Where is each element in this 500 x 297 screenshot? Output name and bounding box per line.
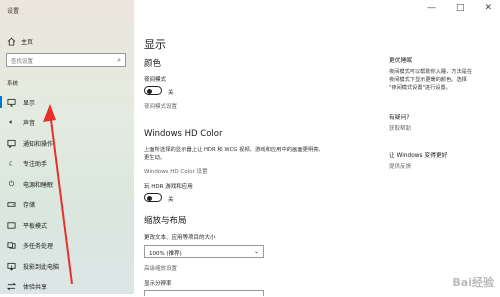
sidebar-item-label: 声音 [23,118,35,127]
get-help-link[interactable]: 获取帮助 [389,124,494,132]
tablet-icon [7,221,16,230]
scale-value: 100% (推荐) [149,249,182,257]
hdr-settings-link[interactable]: Windows HD Color 设置 [144,167,208,175]
hdr-description-line-1: 上面所选择的显示器上让 HDR 和 WCG 视频、游戏和应用中的画面更明亮、 [144,146,344,154]
home-icon [7,37,16,46]
hdr-heading: Windows HD Color [144,129,222,139]
sidebar-item-storage[interactable]: 存储 [0,195,134,216]
page-title: 显示 [144,36,166,52]
help-section: 有疑问? 获取帮助 [389,112,494,132]
share-icon [7,282,16,291]
sidebar-item-label: 存储 [23,200,35,209]
hdr-description-line-2: 更生动。 [144,154,344,162]
sidebar-nav: 显示 🔈︎ 声音 通知和操作 ☾ 专注助手 ⏻︎ 电源和睡眠 存储 平板模式 多… [0,92,134,297]
color-heading: 颜色 [144,57,161,69]
sidebar-item-label: 显示 [23,98,35,107]
watermark: Bai经验 [452,274,494,290]
sidebar-item-label: 平板模式 [23,221,47,230]
improve-section: 让 Windows 变得更好 提供反馈 [389,150,494,170]
sleep-desc-line-3: "夜间模式设置"进行设置。 [389,84,494,92]
storage-icon [7,200,16,209]
sleep-title: 更优睡眠 [389,55,494,64]
monitor-icon [7,98,16,107]
night-light-state: 关 [168,88,174,96]
sidebar-item-label: 投影到此电脑 [23,262,59,271]
advanced-scaling-link[interactable]: 高级缩放设置 [144,264,177,272]
sleep-description: 夜间模式可以帮助你入睡，方法是在 夜间模式下显示更暖的颜色。选择 "夜间模式设置… [389,68,494,92]
scale-layout-heading: 缩放与布局 [144,214,187,226]
sidebar-item-label: 专注助手 [23,159,47,168]
moon-icon: ☾ [7,159,16,168]
multitask-icon [7,241,16,250]
scale-dropdown[interactable]: 100% (推荐) ⌄ [144,245,264,258]
sidebar-item-label: 体验共享 [23,282,47,291]
sleep-desc-line-1: 夜间模式可以帮助你入睡，方法是在 [389,68,494,76]
sidebar-item-power[interactable]: ⏻︎ 电源和睡眠 [0,174,134,195]
search-input[interactable]: 查找设置 ⌕ [6,53,126,67]
scale-label: 更改文本、应用等项目的大小 [144,233,216,241]
sleep-info: 更优睡眠 夜间模式可以帮助你入睡，方法是在 夜间模式下显示更暖的颜色。选择 "夜… [389,55,494,92]
search-placeholder: 查找设置 [11,57,33,65]
sidebar-home[interactable]: 主页 [7,37,33,46]
hdr-toggle[interactable] [144,193,162,202]
power-icon: ⏻︎ [7,180,16,189]
sidebar-item-display[interactable]: 显示 [0,92,134,113]
sidebar-item-label: 电源和睡眠 [23,180,53,189]
night-light-settings-link[interactable]: 夜间模式设置 [144,102,177,110]
speaker-icon: 🔈︎ [7,118,16,127]
hdr-state: 关 [168,195,174,203]
sidebar-item-label: 通知和操作 [23,139,53,148]
sidebar-item-label: 多任务处理 [23,241,53,250]
project-icon [7,262,16,271]
feedback-link[interactable]: 提供反馈 [389,162,494,170]
improve-title: 让 Windows 变得更好 [389,150,494,159]
chevron-down-icon: ⌄ [254,248,259,255]
night-light-label: 夜间模式 [144,75,166,83]
window-title-text: 设置 [7,6,19,15]
search-icon: ⌕ [117,56,121,65]
sidebar-item-notifications[interactable]: 通知和操作 [0,133,134,154]
resolution-label: 显示分辨率 [144,279,172,287]
sidebar: 设置 主页 查找设置 ⌕ 系统 显示 🔈︎ 声音 通知和操作 ☾ 专注助手 ⏻︎… [0,0,134,294]
notification-icon [7,139,16,148]
night-light-toggle[interactable] [144,86,162,95]
sidebar-item-project[interactable]: 投影到此电脑 [0,256,134,277]
help-title: 有疑问? [389,112,494,121]
sidebar-item-focus-assist[interactable]: ☾ 专注助手 [0,154,134,175]
resolution-dropdown[interactable] [144,290,264,296]
sidebar-home-label: 主页 [21,37,33,46]
main-content: 显示 颜色 夜间模式 关 夜间模式设置 Windows HD Color 上面所… [134,0,500,294]
sidebar-section-title: 系统 [7,79,18,87]
sidebar-item-tablet-mode[interactable]: 平板模式 [0,215,134,236]
hdr-description: 上面所选择的显示器上让 HDR 和 WCG 视频、游戏和应用中的画面更明亮、 更… [144,146,344,162]
sleep-desc-line-2: 夜间模式下显示更暖的颜色。选择 [389,76,494,84]
hdr-toggle-label: 玩 HDR 游戏和应用 [144,182,193,190]
sidebar-item-multitasking[interactable]: 多任务处理 [0,236,134,257]
sidebar-item-sound[interactable]: 🔈︎ 声音 [0,113,134,134]
